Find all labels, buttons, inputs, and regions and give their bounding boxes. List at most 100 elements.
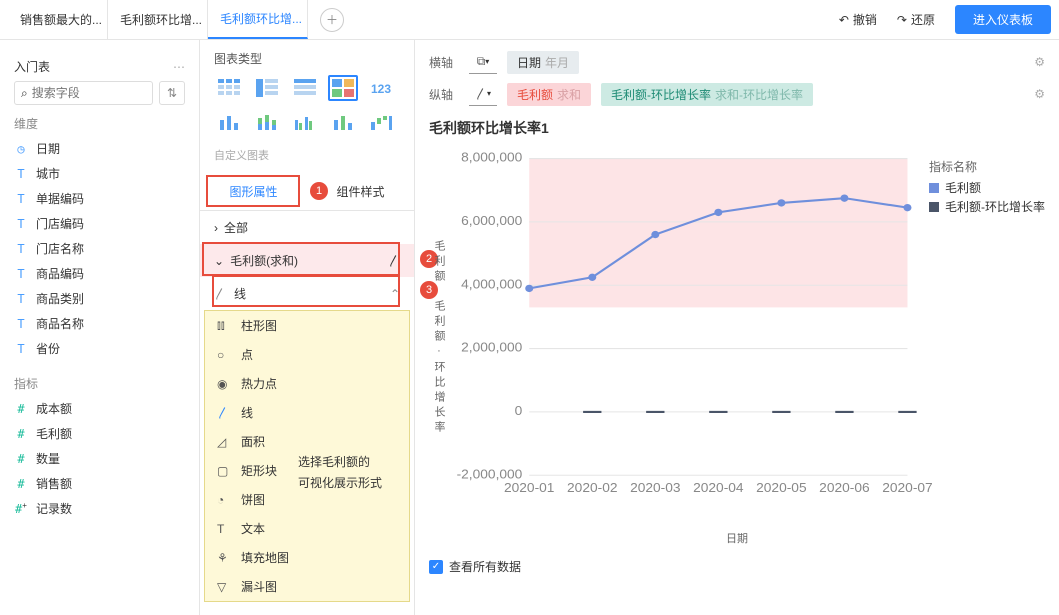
text-icon: T xyxy=(14,342,28,356)
svg-text:123: 123 xyxy=(371,82,391,96)
h-axis-label: 横轴 xyxy=(429,54,459,71)
tab-1[interactable]: 毛利额环比增... xyxy=(108,0,208,39)
add-tab-button[interactable]: ＋ xyxy=(320,8,344,32)
chart-type-table-group[interactable] xyxy=(214,75,244,101)
dd-map[interactable]: ⚘填充地图 xyxy=(205,543,409,572)
tab-0[interactable]: 销售额最大的... xyxy=(8,0,108,39)
field-date[interactable]: ◷日期 xyxy=(14,136,185,161)
chart-title: 毛利额环比增长率1 xyxy=(429,118,1045,138)
h-axis-type-icon[interactable]: ⧉▾ xyxy=(469,50,497,74)
chart-type-bar-compare[interactable] xyxy=(328,109,358,135)
dd-heat[interactable]: ◉热力点 xyxy=(205,369,409,398)
chart-type-bar[interactable] xyxy=(214,109,244,135)
field-product-code[interactable]: T商品编码 xyxy=(14,261,185,286)
dd-line[interactable]: 〳线 xyxy=(205,398,409,427)
h-axis-pill-date[interactable]: 日期年月 xyxy=(507,51,579,74)
chart-type-bar-multi[interactable] xyxy=(290,109,320,135)
redo-button[interactable]: ↷还原 xyxy=(897,11,935,28)
chart-type-bar-stack[interactable] xyxy=(252,109,282,135)
undo-button[interactable]: ↶撤销 xyxy=(839,11,877,28)
h-axis-settings-icon[interactable]: ⚙ xyxy=(1034,55,1045,69)
field-city[interactable]: T城市 xyxy=(14,161,185,186)
sort-button[interactable]: ⇅ xyxy=(159,81,185,105)
hash-icon: # xyxy=(14,452,28,466)
hash-icon: #+ xyxy=(14,501,28,516)
heat-icon: ◉ xyxy=(217,377,231,391)
field-product-cat[interactable]: T商品类别 xyxy=(14,286,185,311)
point-icon: ○ xyxy=(217,348,231,362)
chart-type-list[interactable] xyxy=(290,75,320,101)
svg-text:2020-06: 2020-06 xyxy=(819,481,869,495)
metric-gross[interactable]: #毛利额 xyxy=(14,421,185,446)
text-icon: T xyxy=(14,167,28,181)
text-icon: T xyxy=(217,522,231,536)
field-doc-code[interactable]: T单据编码 xyxy=(14,186,185,211)
popular-table-label: 入门表 xyxy=(14,58,50,75)
dd-text[interactable]: T文本 xyxy=(205,514,409,543)
map-icon: ⚘ xyxy=(217,551,231,565)
field-store-name[interactable]: T门店名称 xyxy=(14,236,185,261)
v-axis-pill-gross[interactable]: 毛利额求和 xyxy=(507,83,591,106)
chart-type-kpi[interactable]: 123 xyxy=(366,75,396,101)
field-store-code[interactable]: T门店编码 xyxy=(14,211,185,236)
dd-bar[interactable]: ⫾⫾柱形图 xyxy=(205,311,409,340)
undo-icon: ↶ xyxy=(839,13,849,27)
svg-text:-2,000,000: -2,000,000 xyxy=(457,467,523,481)
highlight-box-1 xyxy=(206,175,300,207)
chart-type-waterfall[interactable] xyxy=(366,109,396,135)
more-icon[interactable]: ⋯ xyxy=(173,60,185,74)
field-product-name[interactable]: T商品名称 xyxy=(14,311,185,336)
text-icon: T xyxy=(14,242,28,256)
dd-funnel[interactable]: ▽漏斗图 xyxy=(205,572,409,601)
v-axis-type-icon[interactable]: 〳▾ xyxy=(469,82,497,106)
svg-text:0: 0 xyxy=(515,404,523,418)
highlight-box-2 xyxy=(202,242,400,276)
dimensions-label: 维度 xyxy=(14,115,185,132)
view-all-data-checkbox[interactable]: ✓查看所有数据 xyxy=(429,558,1045,575)
highlight-box-3 xyxy=(212,275,400,307)
all-series-row[interactable]: ›全部 xyxy=(200,211,414,244)
hash-icon: # xyxy=(14,427,28,441)
legend-swatch-2 xyxy=(929,202,939,212)
v-axis-pill-growth[interactable]: 毛利额-环比增长率求和-环比增长率 xyxy=(601,83,813,106)
svg-text:2020-02: 2020-02 xyxy=(567,481,617,495)
search-input-wrap[interactable]: ⌕ xyxy=(14,81,153,105)
text-icon: T xyxy=(14,292,28,306)
checkbox-icon: ✓ xyxy=(429,560,443,574)
chart-legend: 指标名称 毛利额 毛利额-环比增长率 xyxy=(929,158,1045,217)
hash-icon: # xyxy=(14,477,28,491)
svg-text:2,000,000: 2,000,000 xyxy=(461,340,522,354)
chevron-right-icon: › xyxy=(214,221,218,235)
metrics-label: 指标 xyxy=(14,375,185,392)
svg-text:2020-05: 2020-05 xyxy=(756,481,806,495)
metric-qty[interactable]: #数量 xyxy=(14,446,185,471)
area-icon: ◿ xyxy=(217,435,231,449)
tab-2[interactable]: 毛利额环比增... xyxy=(208,0,308,39)
chart-type-partition[interactable] xyxy=(328,75,358,101)
metric-count[interactable]: #+记录数 xyxy=(14,496,185,521)
chart-type-label: 图表类型 xyxy=(200,50,414,75)
svg-text:6,000,000: 6,000,000 xyxy=(461,214,522,228)
text-icon: T xyxy=(14,267,28,281)
svg-text:2020-03: 2020-03 xyxy=(630,481,680,495)
metric-cost[interactable]: #成本额 xyxy=(14,396,185,421)
metric-sales[interactable]: #销售额 xyxy=(14,471,185,496)
y-axis-label: 毛利额 毛利额·环比增长率 xyxy=(429,148,449,528)
custom-chart-label: 自定义图表 xyxy=(200,143,414,173)
text-icon: T xyxy=(14,317,28,331)
chart-plot[interactable]: 8,000,0006,000,0004,000,0002,000,0000-2,… xyxy=(449,148,1045,528)
text-icon: T xyxy=(14,217,28,231)
search-input[interactable] xyxy=(32,86,146,100)
enter-dashboard-button[interactable]: 进入仪表板 xyxy=(955,5,1051,34)
pie-icon: ◔ xyxy=(217,493,231,507)
chart-type-cross[interactable] xyxy=(252,75,282,101)
search-icon: ⌕ xyxy=(21,86,28,101)
hash-icon: # xyxy=(14,402,28,416)
funnel-icon: ▽ xyxy=(217,580,231,594)
bar-icon: ⫾⫾ xyxy=(217,318,231,333)
v-axis-settings-icon[interactable]: ⚙ xyxy=(1034,87,1045,101)
field-province[interactable]: T省份 xyxy=(14,336,185,361)
dd-point[interactable]: ○点 xyxy=(205,340,409,369)
svg-text:2020-07: 2020-07 xyxy=(882,481,932,495)
svg-text:2020-04: 2020-04 xyxy=(693,481,743,495)
